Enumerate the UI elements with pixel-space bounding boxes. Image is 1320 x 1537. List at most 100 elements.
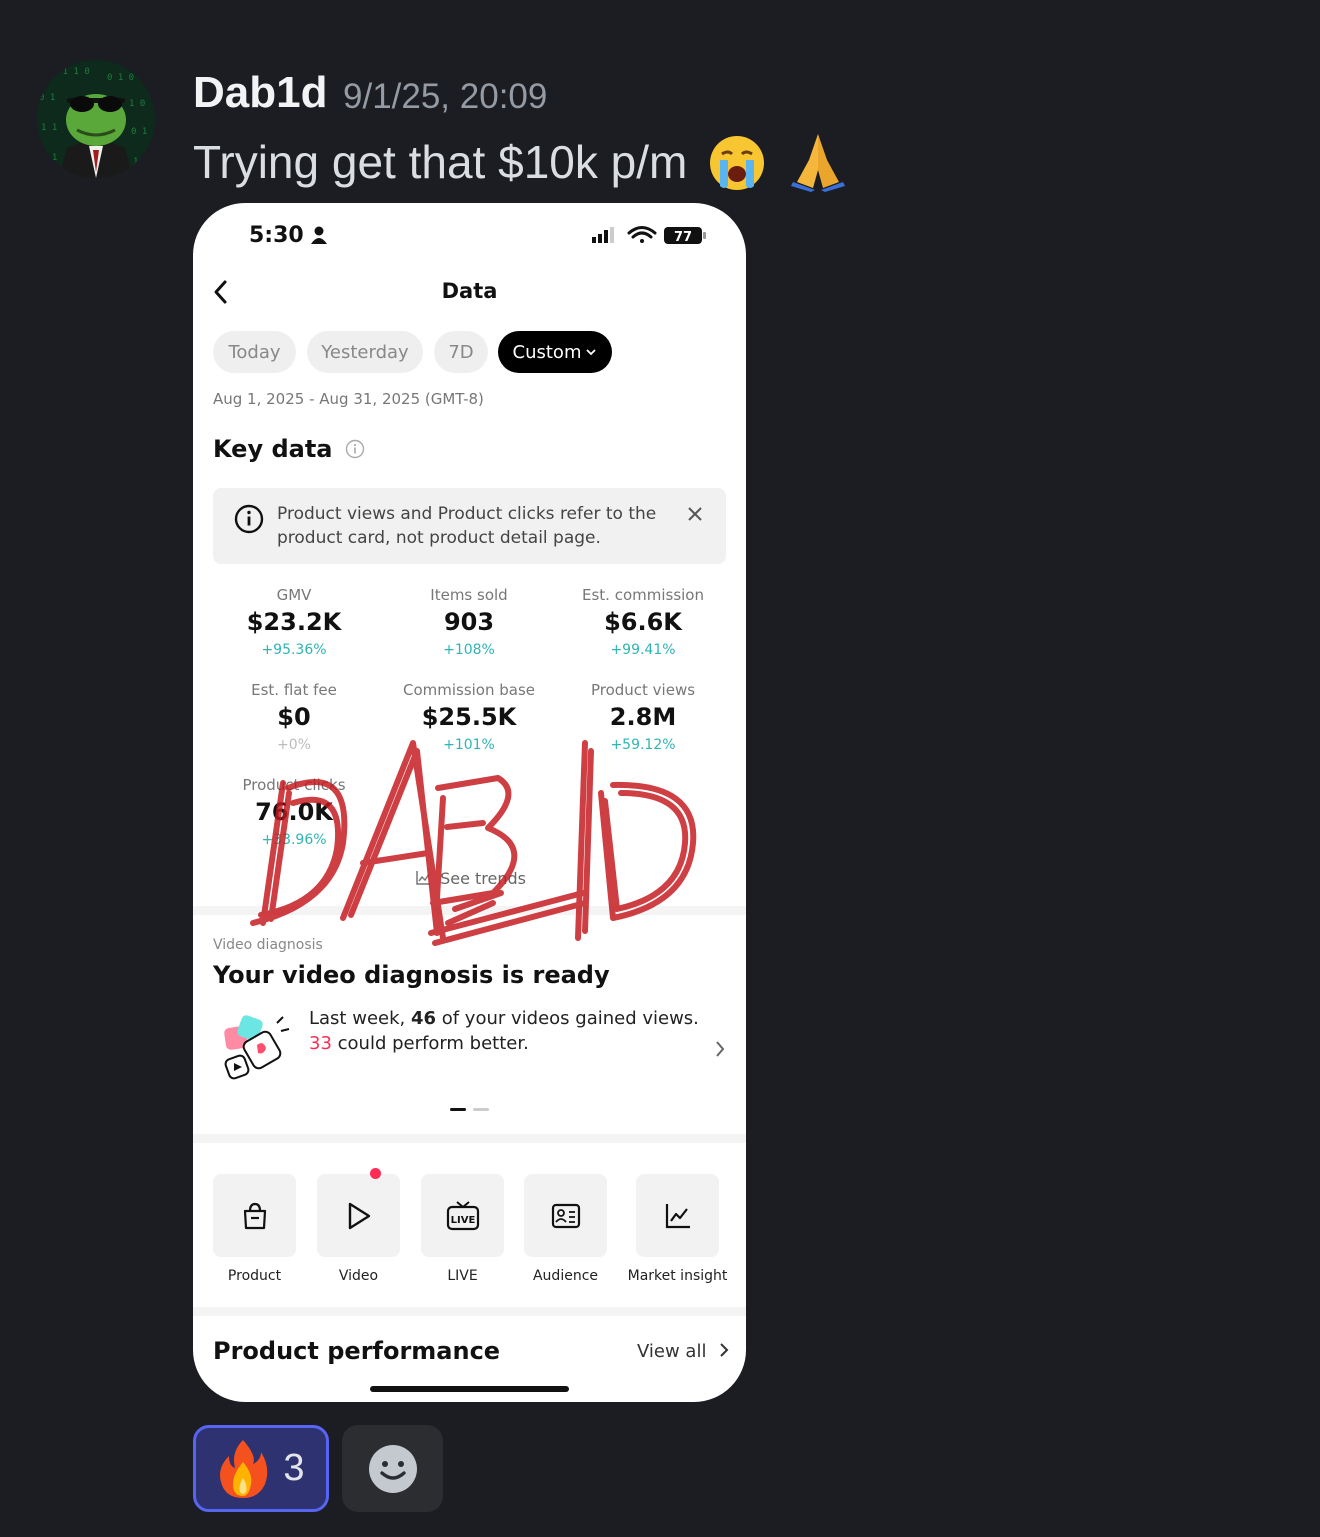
metric-items-sold[interactable]: Items sold 903 +108%	[379, 586, 559, 658]
see-trends-link[interactable]: See trends	[415, 869, 526, 888]
phone-screenshot[interactable]: 5:30 77 Data Today Yesterday 7D Custom A…	[193, 203, 746, 1402]
range-yesterday[interactable]: Yesterday	[307, 331, 423, 373]
audience-tile[interactable]	[524, 1174, 607, 1257]
battery-level: 77	[674, 230, 692, 245]
metric-product-views[interactable]: Product views 2.8M +59.12%	[553, 681, 733, 753]
section-divider	[193, 1134, 746, 1143]
live-tv-icon: LIVE	[446, 1200, 479, 1230]
carousel-dot[interactable]	[473, 1108, 489, 1111]
close-icon[interactable]	[687, 506, 703, 522]
video-diagnosis-text: Last week, 46 of your videos gained view…	[309, 1006, 709, 1056]
metric-est-commission[interactable]: Est. commission $6.6K +99.41%	[553, 586, 733, 658]
metric-label: Est. flat fee	[251, 681, 337, 699]
live-tile[interactable]: LIVE	[421, 1174, 504, 1257]
date-range: Aug 1, 2025 - Aug 31, 2025 (GMT-8)	[213, 390, 484, 408]
svg-text:1 1: 1 1	[133, 157, 149, 167]
metric-est-flat-fee[interactable]: Est. flat fee $0 +0%	[204, 681, 384, 753]
add-reaction-button[interactable]	[342, 1425, 443, 1512]
info-circle-icon	[234, 504, 264, 534]
page-title: Data	[441, 279, 498, 303]
product-tile[interactable]	[213, 1174, 296, 1257]
metric-value: 76.0K	[255, 798, 333, 826]
reaction-fire[interactable]: 3	[193, 1425, 329, 1512]
metric-product-clicks[interactable]: Product clicks 76.0K +33.96%	[204, 776, 384, 848]
folded-hands-icon	[787, 130, 849, 203]
trend-chart-icon	[416, 871, 430, 885]
carousel-dot-active[interactable]	[450, 1108, 466, 1111]
home-indicator	[370, 1386, 569, 1392]
tile-label-live[interactable]: LIVE	[411, 1268, 514, 1284]
notice-banner: Product views and Product clicks refer t…	[213, 488, 726, 564]
metric-value: 2.8M	[609, 703, 677, 731]
message-timestamp: 9/1/25, 20:09	[343, 77, 548, 116]
video-diagnosis-title: Your video diagnosis is ready	[213, 961, 610, 989]
shopping-bag-icon	[243, 1202, 266, 1229]
metric-value: $6.6K	[604, 608, 682, 636]
market-insight-tile[interactable]	[636, 1174, 719, 1257]
metric-value: 903	[443, 608, 495, 636]
person-icon	[311, 226, 328, 244]
section-divider	[193, 1307, 746, 1316]
chevron-right-icon[interactable]	[713, 1039, 727, 1059]
tile-label-audience[interactable]: Audience	[514, 1268, 617, 1284]
metric-label: Product views	[590, 681, 696, 699]
chevron-down-icon	[586, 349, 597, 356]
wifi-icon	[627, 226, 657, 243]
reaction-count: 3	[283, 1447, 305, 1489]
status-time-text: 5:30	[249, 223, 304, 248]
vd-gained-count: 46	[410, 1008, 437, 1029]
view-all-link[interactable]: View all	[637, 1341, 730, 1362]
svg-text:0 1: 0 1	[39, 93, 55, 103]
message-text-content: Trying get that $10k p/m	[193, 136, 688, 188]
section-divider	[193, 906, 746, 915]
message-text: Trying get that $10k p/m	[193, 130, 849, 203]
svg-text:0 1: 0 1	[131, 127, 147, 137]
video-diagnosis-illustration-icon	[219, 1013, 293, 1087]
range-custom[interactable]: Custom	[498, 331, 612, 373]
metric-gmv[interactable]: GMV $23.2K +95.36%	[204, 586, 384, 658]
metric-label: Est. commission	[581, 586, 704, 604]
svg-text:1 0 1 1 0: 1 0 1 1 0	[41, 67, 90, 77]
metric-change: +95.36%	[261, 642, 327, 658]
tile-label-market-insight[interactable]: Market insight	[619, 1268, 736, 1284]
vd-improve-count: 33	[309, 1033, 332, 1054]
video-diagnosis-label: Video diagnosis	[213, 937, 323, 953]
loudly-crying-face-icon	[708, 134, 766, 203]
key-data-heading: Key data	[213, 435, 365, 463]
key-data-title: Key data	[213, 435, 333, 463]
product-performance-title: Product performance	[213, 1337, 501, 1365]
status-time: 5:30	[249, 223, 328, 248]
metric-change: +33.96%	[261, 832, 327, 848]
metric-change: +108%	[443, 642, 495, 658]
smiley-icon	[368, 1444, 417, 1493]
status-icons: 77	[588, 223, 708, 251]
chevron-right-icon	[720, 1343, 729, 1357]
play-icon	[348, 1202, 370, 1229]
tile-label-product[interactable]: Product	[203, 1268, 306, 1284]
metric-value: $23.2K	[246, 608, 342, 636]
svg-text:1 1: 1 1	[41, 123, 57, 133]
video-tile[interactable]	[317, 1168, 400, 1257]
svg-text:0 1 0 1: 0 1 0 1	[107, 73, 145, 83]
range-today[interactable]: Today	[213, 331, 296, 373]
metric-commission-base[interactable]: Commission base $25.5K +101%	[379, 681, 559, 753]
vd-line1-pre: Last week,	[309, 1008, 411, 1029]
message-author[interactable]: Dab1d	[193, 68, 327, 118]
metric-value: $25.5K	[421, 703, 517, 731]
metric-label: Product clicks	[242, 776, 346, 794]
info-icon[interactable]	[345, 439, 365, 459]
line-chart-icon	[665, 1203, 690, 1228]
metric-value: $0	[277, 703, 311, 731]
avatar[interactable]: 1 0 1 1 0 0 1 0 1 0 1 1 0 1 1 0 1 0 1 1 1	[37, 60, 155, 178]
notice-text: Product views and Product clicks refer t…	[277, 504, 657, 548]
metric-change: +59.12%	[610, 737, 676, 753]
tile-label-video[interactable]: Video	[307, 1268, 410, 1284]
metric-change: +101%	[443, 737, 495, 753]
view-all-label: View all	[637, 1341, 707, 1362]
notification-dot	[370, 1168, 381, 1179]
metric-label: GMV	[276, 586, 312, 604]
id-card-icon	[551, 1203, 580, 1228]
see-trends-label: See trends	[440, 869, 526, 888]
metric-change: +0%	[277, 737, 311, 753]
range-7d[interactable]: 7D	[434, 331, 488, 373]
